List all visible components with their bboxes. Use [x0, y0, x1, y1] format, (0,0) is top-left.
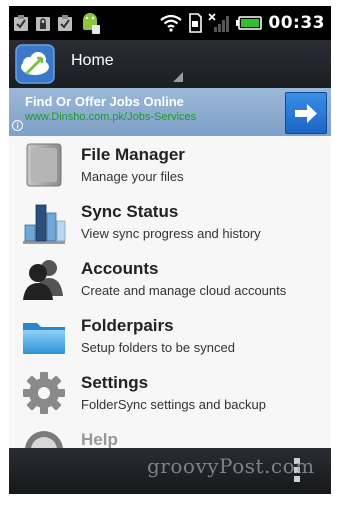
menu-item-subtitle: Manage your files — [81, 169, 184, 184]
wifi-icon — [160, 14, 183, 32]
lock-icon — [36, 17, 50, 31]
clipboard-check-icon — [58, 15, 72, 31]
menu-item-subtitle: Setup folders to be synced — [81, 340, 235, 355]
menu-item-file-manager[interactable]: File Manager Manage your files — [9, 136, 331, 194]
spinner-indicator-icon — [173, 72, 183, 82]
ad-banner[interactable]: Find Or Offer Jobs Online www.Dinsho.com… — [9, 88, 331, 136]
menu-item-folderpairs[interactable]: Folderpairs Setup folders to be synced — [9, 307, 331, 365]
android-icon — [83, 13, 100, 34]
no-signal-icon — [208, 13, 230, 32]
menu-item-subtitle: FolderSync settings and backup — [81, 397, 266, 412]
menu-item-sync-status[interactable]: Sync Status View sync progress and histo… — [9, 193, 331, 251]
users-icon — [23, 260, 63, 300]
action-bar: Home — [9, 40, 331, 88]
menu-item-settings[interactable]: Settings FolderSync settings and backup — [9, 364, 331, 422]
clock: 00:33 — [268, 13, 325, 33]
menu-item-subtitle: Create and manage cloud accounts — [81, 283, 287, 298]
folder-icon — [23, 323, 65, 354]
menu-item-title: Settings — [81, 373, 149, 392]
nav-spinner-title[interactable]: Home — [71, 52, 114, 70]
battery-icon — [236, 16, 263, 30]
menu-item-accounts[interactable]: Accounts Create and manage cloud account… — [9, 250, 331, 308]
help-icon — [25, 431, 63, 448]
system-icons: 00:33 — [160, 10, 325, 36]
clipboard-check-icon — [14, 15, 28, 31]
menu-item-title: Accounts — [81, 259, 159, 278]
menu-item-title: Sync Status — [81, 202, 179, 221]
ad-url[interactable]: www.Dinsho.com.pk/Jobs-Services — [25, 111, 196, 123]
menu-item-title: File Manager — [81, 145, 185, 164]
watermark: groovyPost.com — [147, 454, 315, 478]
ad-title[interactable]: Find Or Offer Jobs Online — [25, 94, 184, 109]
main-menu-list: File Manager Manage your files Sync Stat… — [9, 136, 331, 448]
info-icon[interactable] — [12, 120, 23, 131]
menu-item-title: Folderpairs — [81, 316, 174, 335]
notification-icons — [13, 12, 101, 34]
gear-icon — [23, 372, 65, 414]
menu-item-subtitle: View sync progress and history — [81, 226, 261, 241]
file-cabinet-icon — [26, 143, 62, 187]
menu-item-title: Help — [81, 430, 118, 448]
arrow-right-icon — [295, 104, 317, 123]
cloud-sync-icon[interactable] — [15, 44, 55, 84]
ad-go-button[interactable] — [285, 92, 327, 134]
phone-screen: 00:33 Home Find Or Offer Jobs Online www… — [9, 6, 331, 494]
sd-card-icon — [189, 13, 203, 33]
bar-chart-icon — [23, 204, 66, 244]
menu-item-help[interactable]: Help — [9, 421, 331, 448]
status-bar: 00:33 — [9, 6, 331, 40]
